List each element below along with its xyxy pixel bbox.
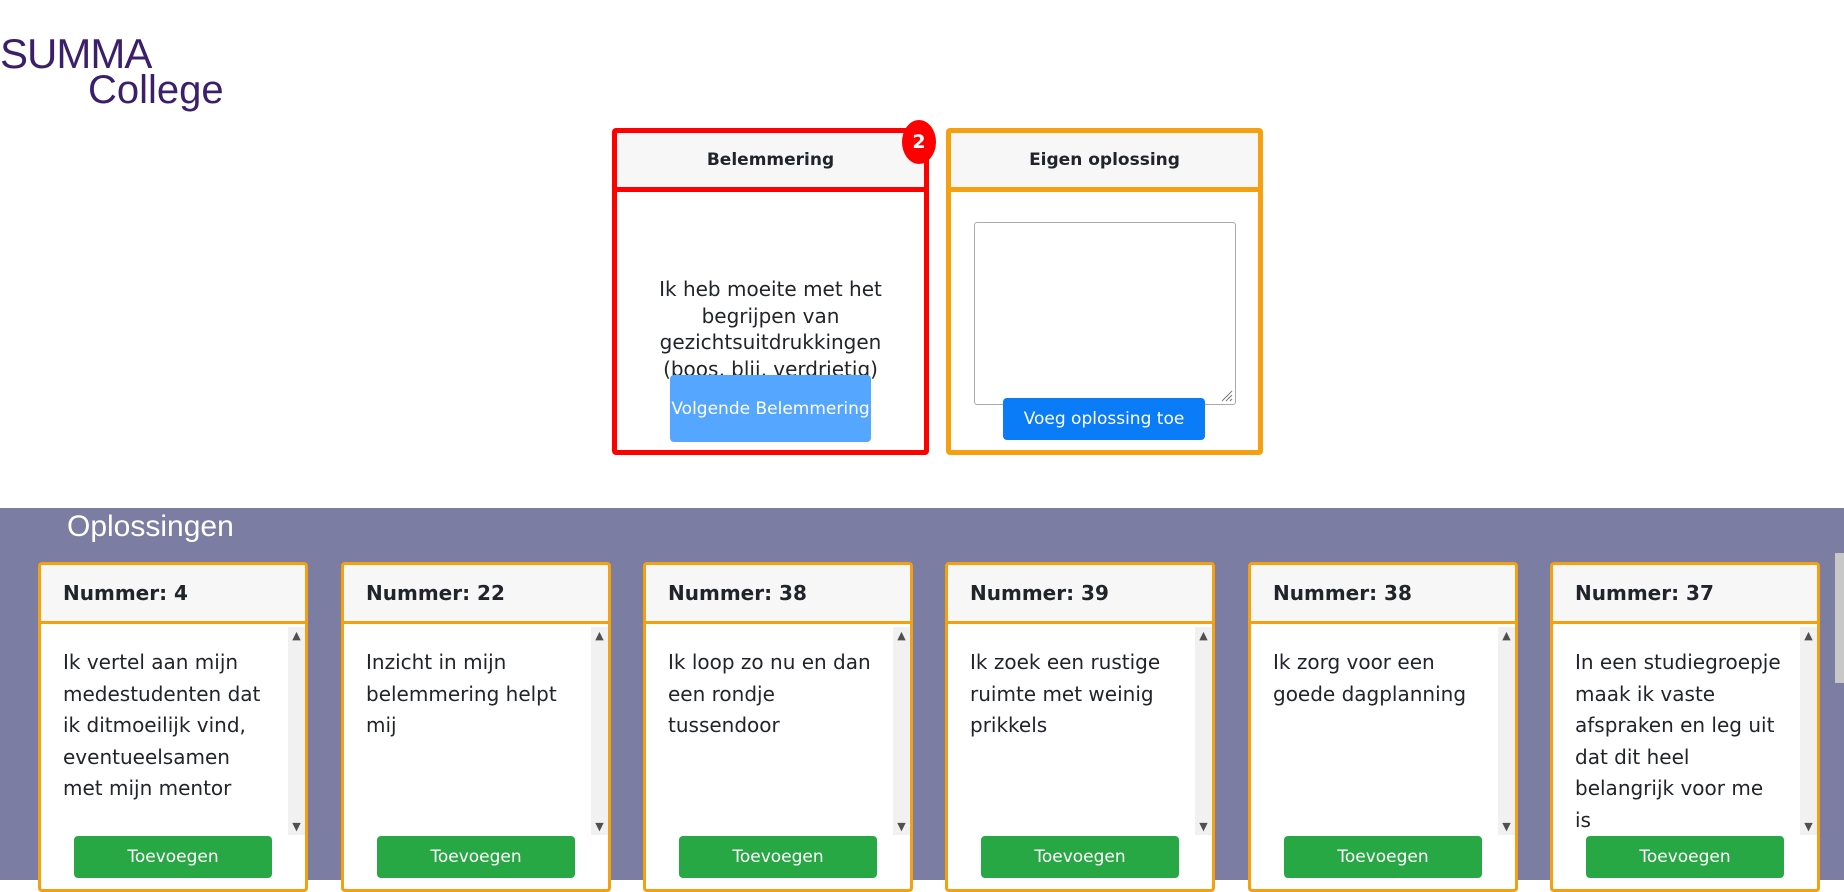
scroll-up-icon[interactable]: ▲ bbox=[288, 627, 305, 644]
solution-card: Nummer: 4 Ik vertel aan mijn medestudent… bbox=[38, 562, 308, 892]
add-solution-button[interactable]: Voeg oplossing toe bbox=[1003, 398, 1205, 440]
solution-body: In een studiegroepje maak ik vaste afspr… bbox=[1553, 627, 1817, 837]
scroll-down-icon[interactable]: ▼ bbox=[1800, 818, 1817, 835]
solution-scrollbar[interactable]: ▲ ▼ bbox=[1195, 627, 1212, 835]
scroll-up-icon[interactable]: ▲ bbox=[591, 627, 608, 644]
solution-text: Ik vertel aan mijn medestudenten dat ik … bbox=[63, 650, 261, 800]
scroll-down-icon[interactable]: ▼ bbox=[1498, 818, 1515, 835]
solution-card: Nummer: 22 Inzicht in mijn belemmering h… bbox=[341, 562, 611, 892]
solution-number: Nummer: 39 bbox=[948, 565, 1212, 624]
oplossingen-title: Oplossingen bbox=[67, 510, 234, 543]
toevoegen-button[interactable]: Toevoegen bbox=[679, 836, 877, 878]
scroll-up-icon[interactable]: ▲ bbox=[1800, 627, 1817, 644]
toevoegen-button[interactable]: Toevoegen bbox=[981, 836, 1179, 878]
scroll-down-icon[interactable]: ▼ bbox=[288, 818, 305, 835]
resize-grip-icon[interactable] bbox=[1219, 388, 1233, 402]
scroll-down-icon[interactable]: ▼ bbox=[591, 818, 608, 835]
eigen-oplossing-card: Eigen oplossing Voeg oplossing toe bbox=[946, 128, 1263, 455]
solution-scrollbar[interactable]: ▲ ▼ bbox=[1800, 627, 1817, 835]
solution-scrollbar[interactable]: ▲ ▼ bbox=[893, 627, 910, 835]
solution-text: Ik zoek een rustige ruimte met weinig pr… bbox=[970, 650, 1161, 737]
scroll-up-icon[interactable]: ▲ bbox=[893, 627, 910, 644]
scroll-up-icon[interactable]: ▲ bbox=[1195, 627, 1212, 644]
belemmering-card: Belemmering Ik heb moeite met het begrij… bbox=[612, 128, 929, 455]
solution-number: Nummer: 38 bbox=[646, 565, 910, 624]
eigen-oplossing-textarea[interactable] bbox=[974, 222, 1236, 405]
solution-number: Nummer: 38 bbox=[1251, 565, 1515, 624]
scroll-down-icon[interactable]: ▼ bbox=[1195, 818, 1212, 835]
solution-body: Ik zorg voor een goede dagplanning ▲ ▼ bbox=[1251, 627, 1515, 837]
belemmering-header: Belemmering bbox=[617, 133, 924, 192]
solution-card: Nummer: 38 Ik loop zo nu en dan een rond… bbox=[643, 562, 913, 892]
scroll-up-icon[interactable]: ▲ bbox=[1498, 627, 1515, 644]
next-belemmering-button[interactable]: Volgende Belemmering bbox=[670, 375, 871, 442]
solution-body: Ik loop zo nu en dan een rondje tussendo… bbox=[646, 627, 910, 837]
solution-scrollbar[interactable]: ▲ ▼ bbox=[288, 627, 305, 835]
oplossingen-section: Oplossingen Nummer: 4 Ik vertel aan mijn… bbox=[0, 508, 1844, 892]
toevoegen-button[interactable]: Toevoegen bbox=[1284, 836, 1482, 878]
solution-text: In een studiegroepje maak ik vaste afspr… bbox=[1575, 650, 1781, 832]
solution-text: Inzicht in mijn belemmering helpt mij bbox=[366, 650, 557, 737]
solution-card: Nummer: 39 Ik zoek een rustige ruimte me… bbox=[945, 562, 1215, 892]
solution-number: Nummer: 4 bbox=[41, 565, 305, 624]
logo-text-college: College bbox=[88, 68, 224, 112]
solution-text: Ik loop zo nu en dan een rondje tussendo… bbox=[668, 650, 871, 737]
solution-number: Nummer: 22 bbox=[344, 565, 608, 624]
page-scrollbar[interactable] bbox=[1835, 553, 1844, 683]
solution-body: Inzicht in mijn belemmering helpt mij ▲ ▼ bbox=[344, 627, 608, 837]
solution-card: Nummer: 38 Ik zorg voor een goede dagpla… bbox=[1248, 562, 1518, 892]
solution-scrollbar[interactable]: ▲ ▼ bbox=[591, 627, 608, 835]
toevoegen-button[interactable]: Toevoegen bbox=[377, 836, 575, 878]
solution-text: Ik zorg voor een goede dagplanning bbox=[1273, 650, 1467, 706]
solution-number: Nummer: 37 bbox=[1553, 565, 1817, 624]
belemmering-text: Ik heb moeite met het begrijpen van gezi… bbox=[659, 277, 882, 381]
toevoegen-button[interactable]: Toevoegen bbox=[74, 836, 272, 878]
belemmering-count-badge: 2 bbox=[902, 120, 936, 164]
solution-card: Nummer: 37 In een studiegroepje maak ik … bbox=[1550, 562, 1820, 892]
summa-college-logo: SUMMA College bbox=[0, 30, 230, 116]
solution-scrollbar[interactable]: ▲ ▼ bbox=[1498, 627, 1515, 835]
solution-body: Ik vertel aan mijn medestudenten dat ik … bbox=[41, 627, 305, 837]
toevoegen-button[interactable]: Toevoegen bbox=[1586, 836, 1784, 878]
eigen-oplossing-header: Eigen oplossing bbox=[951, 133, 1258, 192]
solution-body: Ik zoek een rustige ruimte met weinig pr… bbox=[948, 627, 1212, 837]
scroll-down-icon[interactable]: ▼ bbox=[893, 818, 910, 835]
